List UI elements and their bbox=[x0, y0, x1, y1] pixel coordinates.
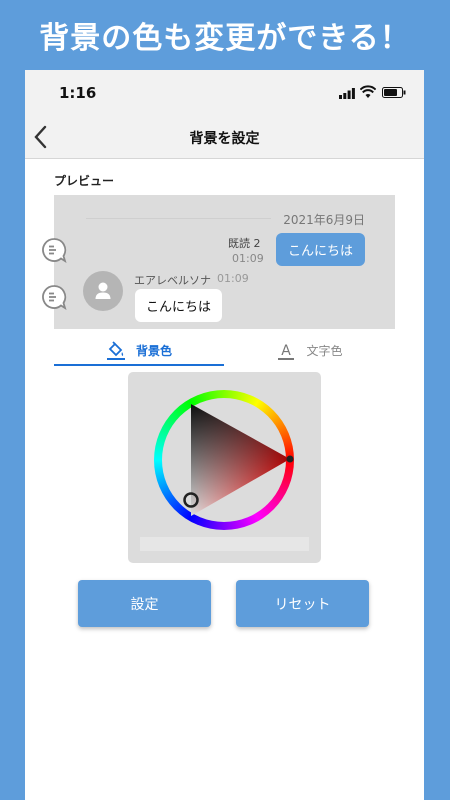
promo-banner-title: 背景の色も変更ができる！ bbox=[39, 21, 411, 56]
battery-icon bbox=[382, 87, 406, 98]
phone-screen: 1:16 背景を設定 プレビュー 2021年6月9日 既読 2 01:09 こん… bbox=[25, 70, 424, 800]
paint-bucket-icon bbox=[106, 341, 125, 360]
received-time: 01:09 bbox=[217, 272, 249, 285]
color-picker bbox=[128, 372, 321, 563]
sender-name: エアレベルソナ bbox=[134, 274, 211, 287]
text-color-icon: A bbox=[278, 343, 295, 360]
tab-background-label: 背景色 bbox=[135, 343, 172, 358]
received-message-bubble: こんにちは bbox=[135, 289, 223, 322]
tab-background-color[interactable]: 背景色 bbox=[54, 336, 224, 366]
signal-icon bbox=[339, 88, 355, 99]
read-count: 既読 2 bbox=[228, 237, 261, 250]
sent-time: 01:09 bbox=[232, 252, 264, 265]
tab-text-label: 文字色 bbox=[306, 343, 343, 358]
chat-preview: 2021年6月9日 既読 2 01:09 こんにちは エアレベルソナ 01:09… bbox=[54, 195, 395, 329]
nav-bar: 背景を設定 bbox=[25, 116, 424, 159]
wifi-icon bbox=[360, 85, 376, 98]
tab-text-color[interactable]: A 文字色 bbox=[224, 336, 395, 364]
color-preview-bar bbox=[140, 537, 309, 551]
set-button[interactable]: 設定 bbox=[78, 580, 211, 627]
speech-bubble-icon bbox=[42, 285, 67, 310]
avatar bbox=[83, 271, 123, 311]
status-time: 1:16 bbox=[59, 84, 97, 102]
preview-label: プレビュー bbox=[54, 174, 115, 188]
sent-message-bubble: こんにちは bbox=[276, 233, 366, 266]
hue-marker[interactable] bbox=[286, 455, 294, 463]
page-title: 背景を設定 bbox=[189, 131, 260, 147]
preview-divider bbox=[86, 218, 271, 219]
saturation-triangle[interactable] bbox=[154, 390, 294, 530]
speech-bubble-icon bbox=[42, 238, 67, 263]
status-bar: 1:16 bbox=[25, 70, 424, 116]
preview-date: 2021年6月9日 bbox=[283, 213, 365, 227]
reset-button[interactable]: リセット bbox=[236, 580, 369, 627]
person-icon bbox=[95, 282, 111, 299]
hue-wheel[interactable] bbox=[154, 390, 294, 530]
svg-text:A: A bbox=[282, 343, 292, 359]
